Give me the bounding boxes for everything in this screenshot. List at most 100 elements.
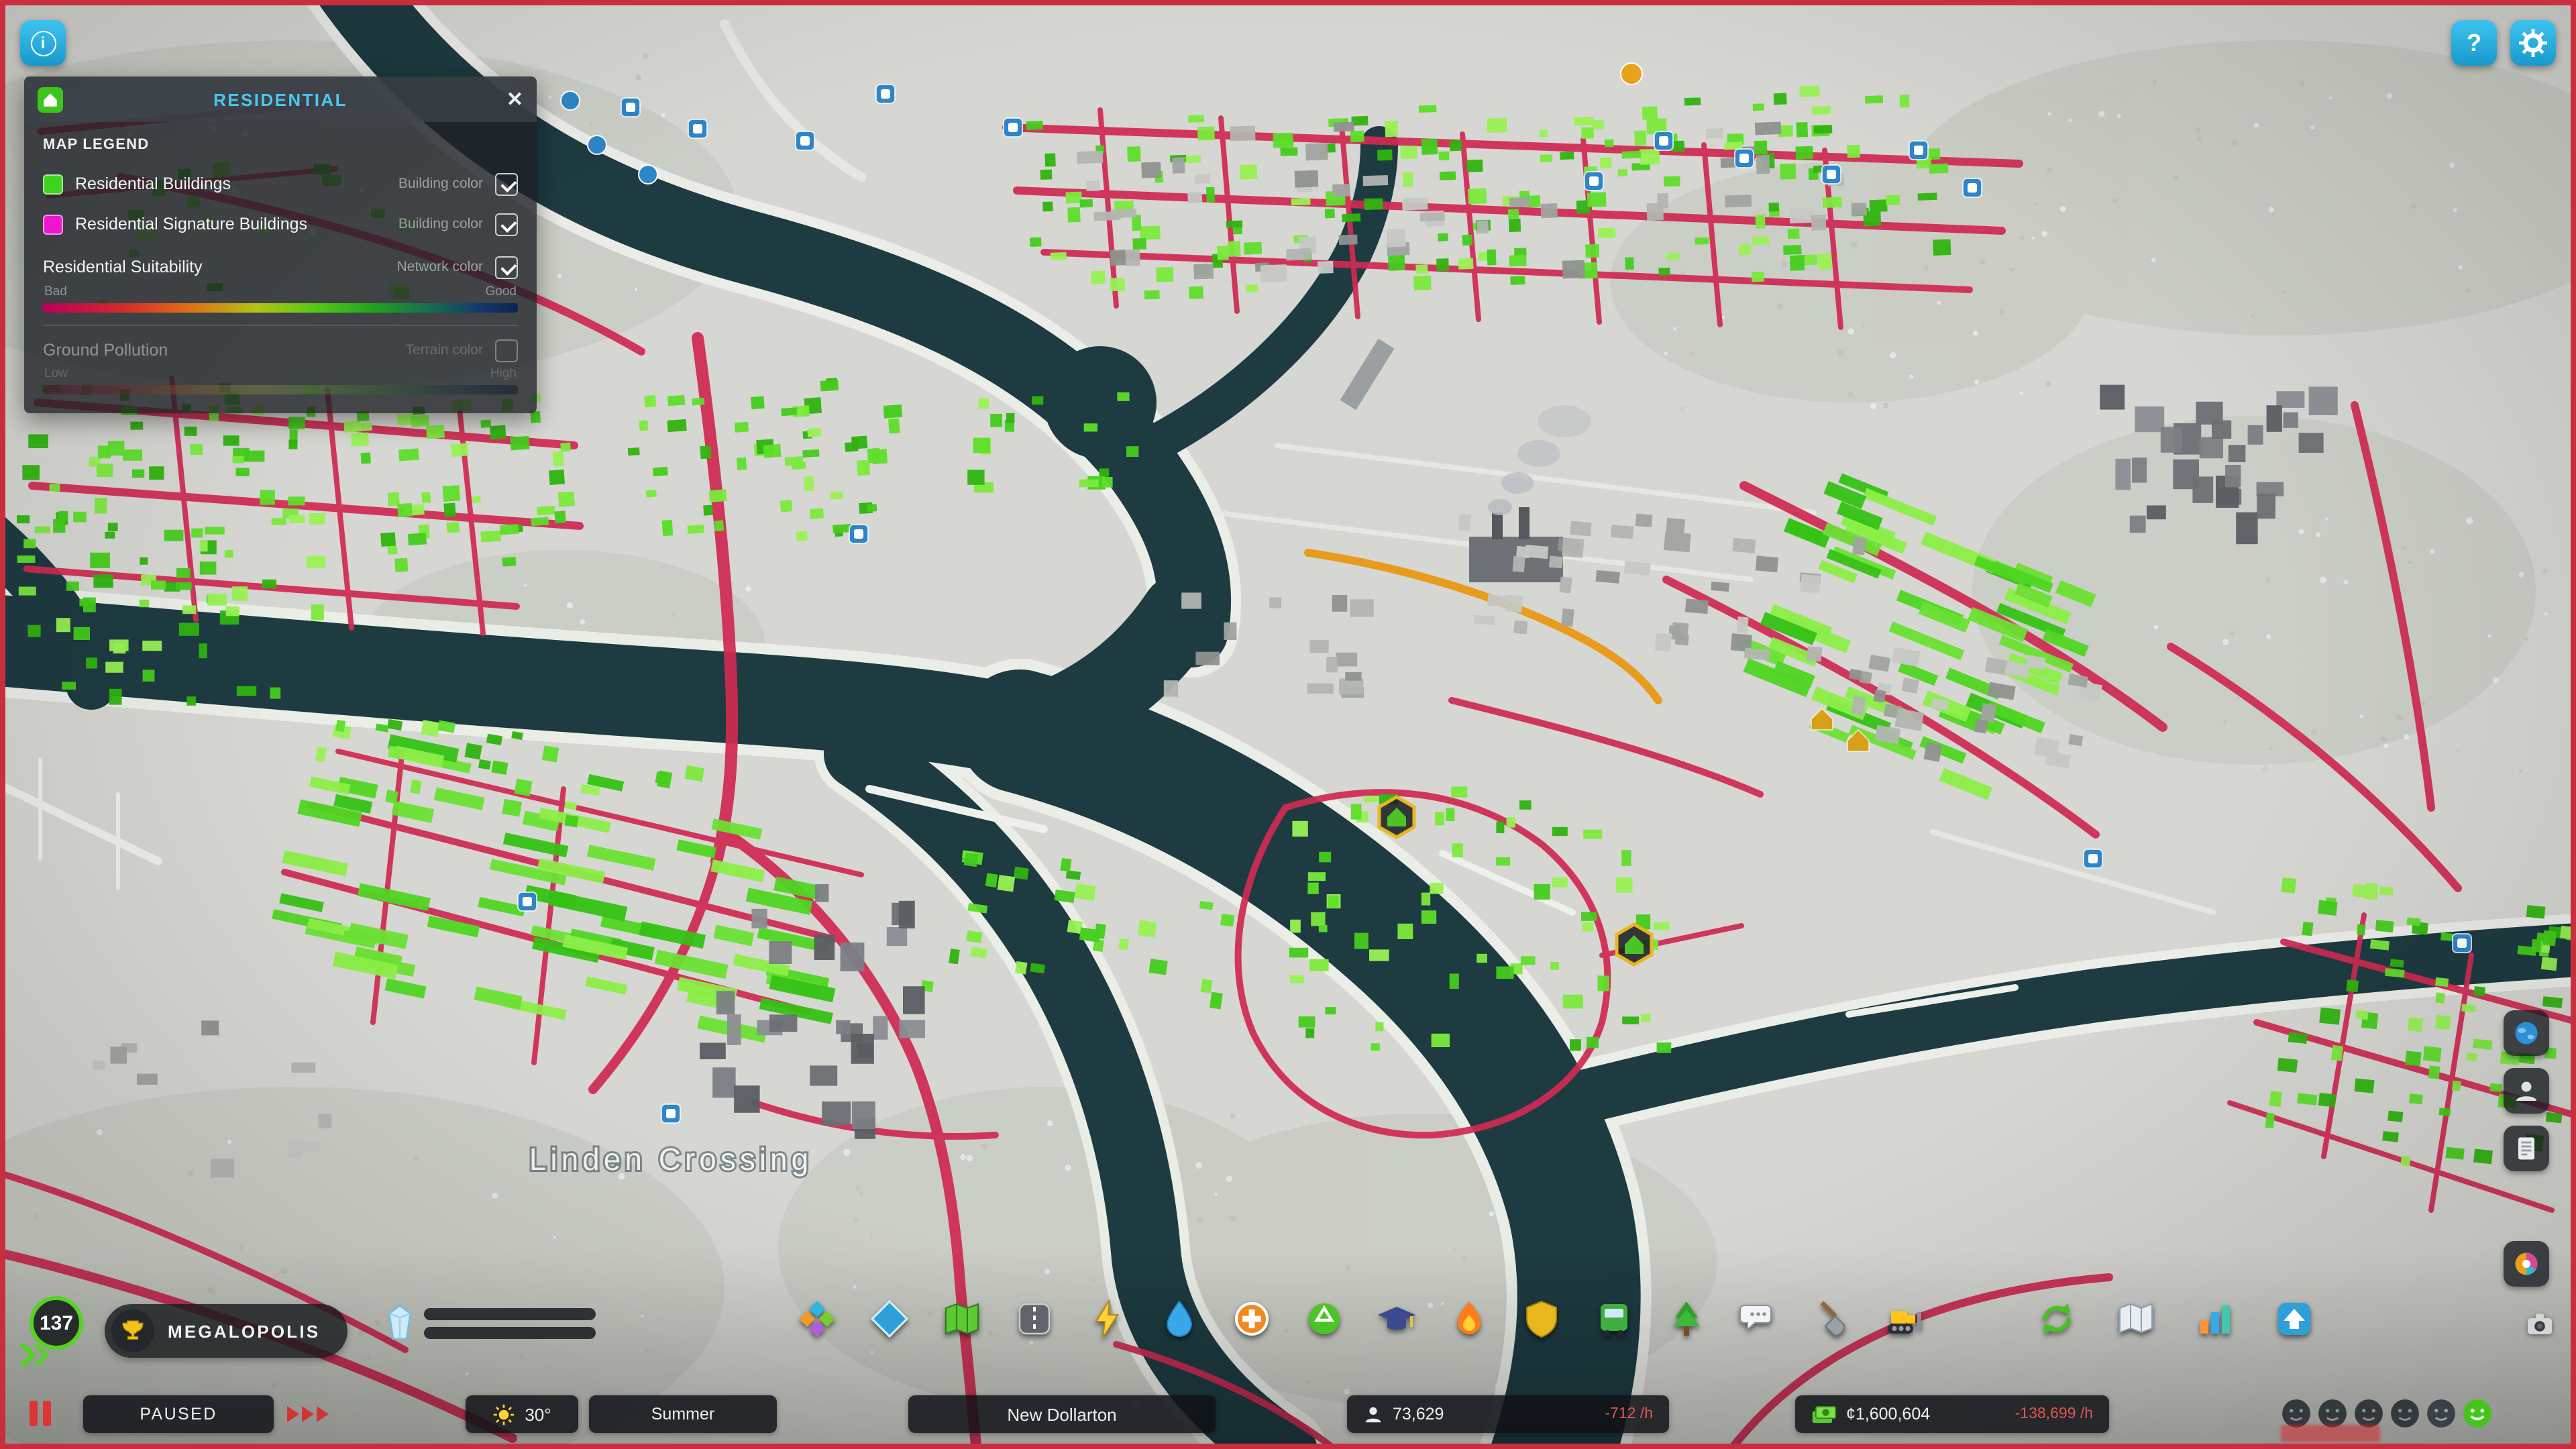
- speed-arrows[interactable]: [287, 1406, 329, 1422]
- tool-progression-button[interactable]: [2266, 1291, 2322, 1347]
- ground-pollution-checkbox[interactable]: [495, 339, 518, 362]
- tool-economy-button[interactable]: [2029, 1291, 2085, 1347]
- legend-row-ground-pollution: Ground Pollution Terrain color: [43, 334, 518, 366]
- close-icon[interactable]: ✕: [506, 87, 523, 111]
- signature-buildings-checkbox[interactable]: [495, 213, 518, 235]
- map-service-marker[interactable]: [1962, 178, 1982, 198]
- population-icon: [1363, 1404, 1383, 1424]
- map-service-marker[interactable]: [1909, 140, 1929, 160]
- map-service-marker[interactable]: [2452, 933, 2472, 953]
- map-service-marker[interactable]: [1654, 131, 1674, 151]
- row-label: Residential Buildings: [75, 174, 231, 193]
- temperature-pill[interactable]: 30°: [466, 1395, 578, 1433]
- settings-button[interactable]: [2510, 20, 2556, 66]
- tool-terrain-button[interactable]: [934, 1291, 990, 1347]
- map-service-marker[interactable]: [875, 84, 896, 104]
- tool-water-button[interactable]: [1151, 1291, 1208, 1347]
- map-info-marker[interactable]: [560, 91, 580, 111]
- tool-transportation-button[interactable]: [1586, 1291, 1642, 1347]
- globe-icon: [2510, 1017, 2542, 1049]
- advisor-face-icon[interactable]: [2390, 1398, 2420, 1429]
- type-label: Building color: [398, 176, 483, 192]
- tool-map-tiles-button[interactable]: [2108, 1291, 2164, 1347]
- tool-fire-rescue-button[interactable]: [1441, 1291, 1497, 1347]
- photo-mode-button[interactable]: [2504, 1241, 2549, 1287]
- map-service-marker[interactable]: [1584, 171, 1604, 191]
- panel-title: RESIDENTIAL: [213, 89, 347, 109]
- suitability-checkbox[interactable]: [495, 256, 518, 278]
- season-pill[interactable]: Summer: [589, 1395, 777, 1433]
- milestone-pill[interactable]: MEGALOPOLIS: [105, 1304, 347, 1358]
- map-service-marker[interactable]: [517, 892, 537, 912]
- tool-landscaping-button[interactable]: [1803, 1291, 1860, 1347]
- city-name-pill[interactable]: New Dollarton: [908, 1395, 1216, 1433]
- population-value: 73,629: [1393, 1405, 1444, 1424]
- map-service-marker[interactable]: [2083, 849, 2103, 869]
- map-info-marker[interactable]: [587, 135, 607, 155]
- panel-body: MAP LEGEND Residential Buildings Buildin…: [24, 122, 537, 413]
- tool-roads-button[interactable]: [1006, 1291, 1063, 1347]
- advisor-face-icon[interactable]: [2426, 1398, 2457, 1429]
- game-screen: { "top_buttons": { "info_label": "i", "h…: [0, 0, 2576, 1449]
- xp-bar-bottom: [424, 1326, 596, 1338]
- map-service-marker[interactable]: [688, 119, 708, 139]
- type-label: Building color: [398, 216, 483, 232]
- tool-garbage-button[interactable]: [1296, 1291, 1352, 1347]
- milestone-label: MEGALOPOLIS: [168, 1321, 321, 1341]
- dev-points-icon[interactable]: [16, 1342, 51, 1375]
- map-alert-marker[interactable]: [1620, 62, 1643, 85]
- help-icon: ?: [2467, 29, 2481, 56]
- tool-police-button[interactable]: [1513, 1291, 1570, 1347]
- map-service-marker[interactable]: [1003, 117, 1023, 138]
- scale-min-label: Low: [44, 366, 68, 381]
- photo-mode-icon: [2510, 1248, 2542, 1280]
- map-service-marker[interactable]: [661, 1104, 681, 1124]
- legend-row-residential-buildings: Residential Buildings Building color: [43, 164, 518, 204]
- type-label: Terrain color: [405, 342, 483, 358]
- crystal-icon: [384, 1304, 416, 1342]
- sim-state-pill[interactable]: PAUSED: [83, 1395, 274, 1433]
- map-service-marker[interactable]: [621, 97, 641, 117]
- journal-icon: [2510, 1132, 2542, 1165]
- tool-education-button[interactable]: [1368, 1291, 1425, 1347]
- xp-widget[interactable]: [384, 1304, 596, 1342]
- happiness-face-icon[interactable]: [2462, 1398, 2493, 1429]
- scale-max-label: Good: [485, 284, 517, 299]
- person-icon: [2510, 1075, 2542, 1107]
- population-rate: -712 /h: [1605, 1406, 1653, 1422]
- signature-building-marker[interactable]: [1377, 795, 1416, 839]
- map-city-label: Linden Crossing: [529, 1142, 812, 1177]
- map-info-marker[interactable]: [638, 164, 658, 184]
- pollution-gradient: [43, 385, 518, 394]
- xp-bar-top: [424, 1307, 596, 1320]
- infoview-button[interactable]: i: [20, 20, 66, 66]
- journal-button[interactable]: [2504, 1126, 2549, 1171]
- money-pill[interactable]: ¢1,600,604 -138,699 /h: [1795, 1395, 2109, 1433]
- map-service-marker[interactable]: [1821, 164, 1841, 184]
- tool-statistics-button[interactable]: [2187, 1291, 2243, 1347]
- map-service-marker[interactable]: [849, 524, 869, 544]
- tool-zones-button[interactable]: [789, 1291, 845, 1347]
- map-globe-button[interactable]: [2504, 1010, 2549, 1056]
- population-pill[interactable]: 73,629 -712 /h: [1347, 1395, 1669, 1433]
- money-rate: -138,699 /h: [2015, 1406, 2093, 1422]
- divider: [43, 325, 518, 326]
- row-label: Ground Pollution: [43, 341, 168, 360]
- tool-parks-button[interactable]: [1658, 1291, 1715, 1347]
- temperature-value: 30°: [525, 1404, 551, 1424]
- tool-bulldozer-button[interactable]: [1876, 1291, 1932, 1347]
- map-service-marker[interactable]: [795, 131, 815, 151]
- signature-building-marker[interactable]: [1615, 922, 1654, 967]
- trophy-icon: [111, 1309, 154, 1352]
- tool-camera-button[interactable]: [2520, 1304, 2560, 1344]
- legend-row-signature-buildings: Residential Signature Buildings Building…: [43, 204, 518, 244]
- residential-buildings-checkbox[interactable]: [495, 172, 518, 195]
- tool-healthcare-button[interactable]: [1224, 1291, 1280, 1347]
- tool-areas-button[interactable]: [861, 1291, 918, 1347]
- people-button[interactable]: [2504, 1068, 2549, 1114]
- map-service-marker[interactable]: [1734, 148, 1754, 168]
- help-button[interactable]: ?: [2451, 20, 2497, 66]
- tool-communications-button[interactable]: [1731, 1291, 1787, 1347]
- pause-icon[interactable]: [30, 1401, 51, 1426]
- tool-electricity-button[interactable]: [1079, 1291, 1135, 1347]
